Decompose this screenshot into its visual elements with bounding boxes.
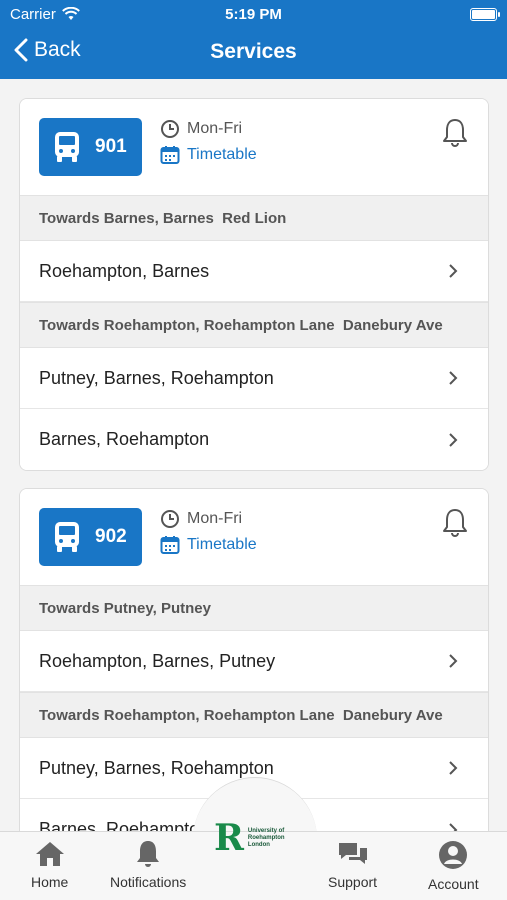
status-bar: Carrier 5:19 PM xyxy=(0,6,507,26)
bell-icon xyxy=(443,509,467,537)
account-icon xyxy=(439,841,468,869)
logo-line-2: Roehampton xyxy=(247,834,285,841)
tab-account-label: Account xyxy=(428,876,479,892)
services-list[interactable]: 901 Mon-Fri Timetable Towards Barnes, Ba… xyxy=(0,79,507,831)
route-number: 902 xyxy=(95,526,127,547)
direction-heading: Towards Putney, Putney xyxy=(20,585,488,631)
bus-icon xyxy=(55,132,79,162)
chevron-right-icon xyxy=(449,822,458,831)
notification-toggle[interactable] xyxy=(442,507,468,542)
service-header: 902 Mon-Fri Timetable xyxy=(20,489,488,585)
service-days: Mon-Fri xyxy=(160,119,242,139)
logo-wordmark: University of Roehampton London xyxy=(248,828,285,849)
tab-support[interactable]: Support xyxy=(328,840,377,890)
bus-icon xyxy=(55,522,79,552)
logo-line-3: London xyxy=(247,841,270,848)
direction-heading: Towards Roehampton, Roehampton Lane Dane… xyxy=(20,692,488,738)
chevron-right-icon xyxy=(449,264,458,278)
bell-icon xyxy=(443,119,467,147)
nav-bar: Back Services xyxy=(0,30,507,74)
route-row[interactable]: Roehampton, Barnes xyxy=(20,241,488,302)
route-stops: Putney, Barnes, Roehampton xyxy=(39,757,274,778)
days-label: Mon-Fri xyxy=(187,120,243,137)
route-row[interactable]: Putney, Barnes, Roehampton xyxy=(20,348,488,409)
clock-icon xyxy=(161,120,179,138)
direction-heading: Towards Roehampton, Roehampton Lane Dane… xyxy=(20,302,488,348)
logo-mark: R xyxy=(214,817,244,859)
timetable-label: Timetable xyxy=(187,146,257,163)
chat-bubbles-icon xyxy=(338,843,367,864)
logo-line-1: University of xyxy=(247,827,285,834)
days-label: Mon-Fri xyxy=(187,510,243,527)
direction-heading: Towards Barnes, Barnes Red Lion xyxy=(20,195,488,241)
chevron-right-icon xyxy=(449,432,458,447)
battery-icon xyxy=(470,8,500,21)
timetable-label: Timetable xyxy=(187,536,257,553)
route-badge: 902 xyxy=(39,508,142,566)
route-stops: Putney, Barnes, Roehampton xyxy=(39,367,274,388)
timetable-link[interactable]: Timetable xyxy=(160,535,257,555)
page-title: Services xyxy=(210,40,297,63)
home-icon xyxy=(35,842,64,866)
status-time: 5:19 PM xyxy=(225,6,282,23)
tab-account[interactable]: Account xyxy=(428,840,479,892)
route-stops: Barnes, Roehampton xyxy=(39,819,210,831)
tab-home[interactable]: Home xyxy=(31,840,68,890)
clock-icon xyxy=(161,510,179,528)
service-days: Mon-Fri xyxy=(160,509,242,529)
tab-home-label: Home xyxy=(31,874,69,890)
bell-icon xyxy=(137,841,160,867)
university-logo[interactable]: R University of Roehampton London xyxy=(214,818,296,858)
tab-notifications[interactable]: Notifications xyxy=(110,840,186,890)
route-stops: Roehampton, Barnes xyxy=(39,260,210,281)
timetable-link[interactable]: Timetable xyxy=(160,145,257,165)
route-stops: Barnes, Roehampton xyxy=(39,429,210,449)
route-number: 901 xyxy=(95,136,127,157)
tab-support-label: Support xyxy=(328,874,378,890)
tab-notifications-label: Notifications xyxy=(110,874,187,890)
calendar-icon xyxy=(160,536,180,554)
calendar-icon xyxy=(160,146,180,164)
route-stops: Roehampton, Barnes, Putney xyxy=(39,650,276,671)
app-header: Carrier 5:19 PM Back Services xyxy=(0,0,507,79)
service-card-901: 901 Mon-Fri Timetable Towards Barnes, Ba… xyxy=(19,98,489,471)
service-header: 901 Mon-Fri Timetable xyxy=(20,99,488,195)
notification-toggle[interactable] xyxy=(442,117,468,152)
chevron-right-icon xyxy=(449,654,458,668)
route-badge: 901 xyxy=(39,118,142,176)
route-row[interactable]: Barnes, Roehampton xyxy=(20,409,488,470)
route-row[interactable]: Roehampton, Barnes, Putney xyxy=(20,631,488,692)
chevron-right-icon xyxy=(449,371,458,385)
chevron-right-icon xyxy=(449,761,458,775)
